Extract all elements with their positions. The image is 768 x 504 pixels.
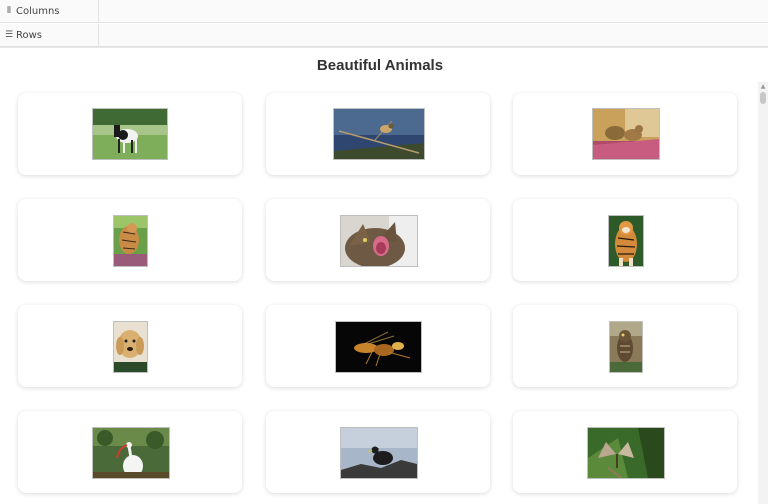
black-bird-image[interactable] (340, 427, 418, 479)
tiger-cub-image[interactable] (113, 215, 148, 267)
owl-image[interactable] (609, 321, 643, 373)
card-kittens[interactable] (513, 93, 737, 175)
card-tiger-cub[interactable] (18, 199, 242, 281)
card-ibis[interactable] (18, 411, 242, 493)
card-horse[interactable] (18, 93, 242, 175)
bird-branch-image[interactable] (333, 108, 425, 160)
tiger-image[interactable] (608, 215, 644, 267)
scrollbar-thumb[interactable] (760, 92, 766, 104)
ibis-image[interactable] (92, 427, 170, 479)
card-black-bird[interactable] (266, 411, 490, 493)
golden-retriever-image[interactable] (113, 321, 148, 373)
card-butterfly[interactable] (513, 411, 737, 493)
card-owl[interactable] (513, 305, 737, 387)
card-wasp[interactable] (266, 305, 490, 387)
vertical-scrollbar[interactable]: ▲ (758, 82, 768, 504)
wasp-image[interactable] (335, 321, 422, 373)
kittens-image[interactable] (592, 108, 660, 160)
image-grid (0, 0, 768, 504)
horse-image[interactable] (92, 108, 168, 160)
cat-yawning-image[interactable] (340, 215, 418, 267)
butterfly-image[interactable] (587, 427, 665, 479)
card-cat-yawning[interactable] (266, 199, 490, 281)
scroll-up-arrow-icon[interactable]: ▲ (758, 82, 768, 92)
card-tiger[interactable] (513, 199, 737, 281)
card-bird-branch[interactable] (266, 93, 490, 175)
card-golden-retriever[interactable] (18, 305, 242, 387)
